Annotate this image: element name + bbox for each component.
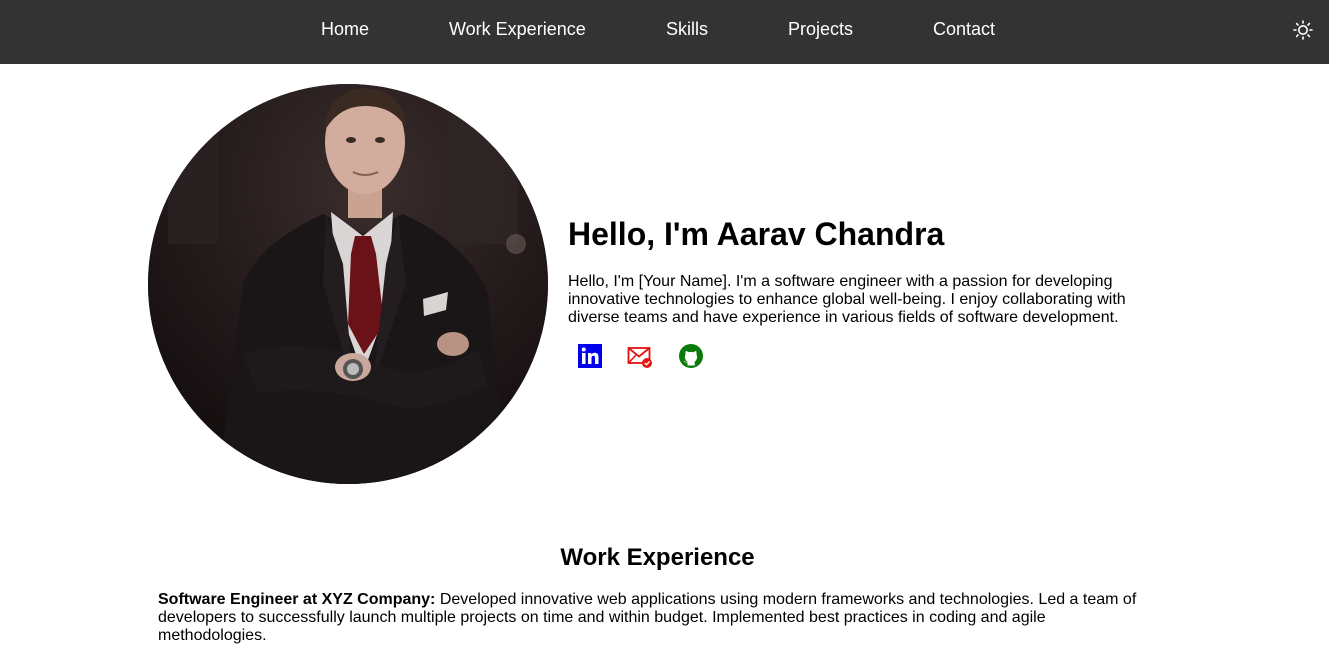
nav-link-work-experience[interactable]: Work Experience [449, 18, 586, 40]
nav-link-skills[interactable]: Skills [666, 18, 708, 40]
job-entry: Software Engineer at XYZ Company: Develo… [158, 591, 1148, 645]
nav-link-contact[interactable]: Contact [933, 18, 995, 40]
job-title: Software Engineer at XYZ Company: [158, 591, 436, 608]
hero-bio: Hello, I'm [Your Name]. I'm a software e… [568, 273, 1126, 326]
theme-toggle-button[interactable] [1290, 17, 1316, 43]
linkedin-link[interactable] [577, 343, 603, 369]
email-link[interactable] [627, 343, 653, 369]
profile-photo [148, 84, 548, 484]
github-link[interactable] [678, 343, 704, 369]
github-icon [679, 344, 703, 368]
nav-link-projects[interactable]: Projects [788, 18, 853, 40]
email-icon [627, 347, 652, 368]
work-experience-heading: Work Experience [560, 544, 755, 571]
sun-icon [1293, 20, 1313, 40]
top-navbar: Home Work Experience Skills Projects Con… [0, 0, 1329, 64]
hero-title: Hello, I'm Aarav Chandra [568, 216, 945, 252]
nav-link-home[interactable]: Home [321, 18, 369, 40]
linkedin-icon [578, 344, 602, 368]
